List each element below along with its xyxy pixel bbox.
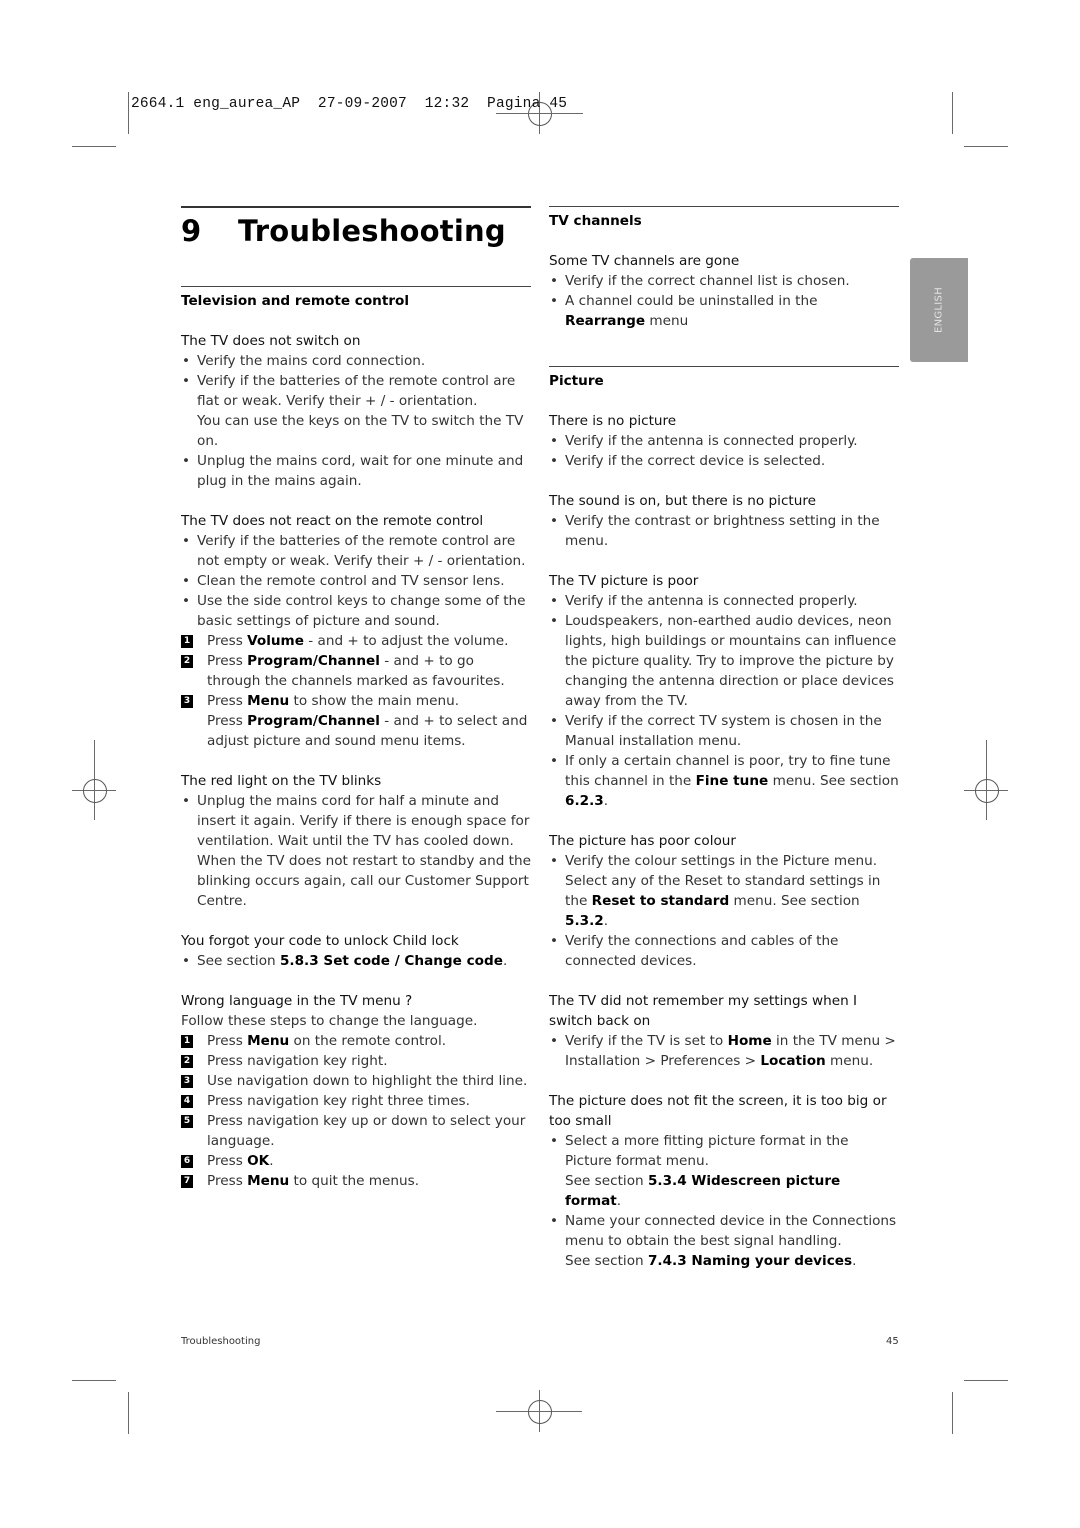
problem-heading: The TV did not remember my settings when… [549,993,858,1029]
numbered-step: 1 Press Volume - and + to adjust the volu… [181,631,531,651]
section-reference: 5.8.3 Set code / Change code [279,953,503,969]
numbered-step: 1 Press Menu on the remote control. [181,1031,531,1051]
list-item: • Verify if the TV is set to Home in the … [550,1033,896,1069]
list-item: • Loudspeakers, non-earthed audio devices… [550,613,897,709]
list-item: • Use the side control keys to change som… [182,593,526,629]
problem-heading: The picture has poor colour [549,833,737,849]
numbered-step: 3 Press Menu to show the main menu. Press … [181,691,531,751]
numbered-step: 4 Press navigation key right three times. [181,1091,531,1111]
numbered-step: 2 Press navigation key right. [181,1051,531,1071]
problem-heading: The red light on the TV blinks [181,773,382,789]
crop-mark [964,146,1008,147]
problem-heading: The TV does not switch on [181,333,361,349]
language-tab-label: ENGLISH [933,286,945,334]
list-item: • Verify if the antenna is connected prop… [550,433,858,449]
list-item: • Verify the contrast or brightness setti… [550,513,880,549]
list-item: • Verify if the correct TV system is chos… [550,713,882,749]
crop-mark [964,1380,1008,1381]
list-item: • If only a certain channel is poor, try … [550,753,899,809]
crop-mark [128,92,129,134]
list-item: • Unplug the mains cord for half a minute… [182,793,531,909]
crop-mark [952,1392,953,1434]
right-column-picture: Picture There is no picture • Verify if t… [549,371,899,1271]
numbered-step: 2 Press Program/Channel - and + to go thr… [181,651,531,691]
problem-heading: The TV picture is poor [549,573,699,589]
chapter-number: 9 [181,214,202,248]
section-rule [549,366,899,367]
list-item: • Select a more fitting picture format in… [550,1133,849,1209]
list-item: • Verify if the batteries of the remote c… [182,373,524,449]
crop-mark [128,1392,129,1434]
section-heading-tv-channels: TV channels [549,213,642,229]
crop-mark [72,1380,116,1381]
numbered-step: 5 Press navigation key up or down to sele… [181,1111,531,1151]
footer-section-name: Troubleshooting [181,1336,261,1347]
list-item: • Unplug the mains cord, wait for one min… [182,453,524,489]
section-heading-tv-remote: Television and remote control [181,293,410,309]
problem-heading: You forgot your code to unlock Child loc… [181,933,459,949]
chapter-title: Troubleshooting [238,214,506,248]
list-item: • Verify if the batteries of the remote c… [182,533,526,569]
numbered-step: 3 Use navigation down to highlight the th… [181,1071,531,1091]
page-title: 9 Troubleshooting [181,214,506,248]
problem-heading: There is no picture [549,413,677,429]
section-rule [181,286,531,287]
page-number: 45 [886,1336,899,1347]
problem-heading: Wrong language in the TV menu ? [181,993,413,1009]
list-item: • Verify the mains cord connection. [182,353,426,369]
section-rule [549,206,899,207]
list-item: • See section 5.8.3 Set code / Change cod… [182,953,508,969]
list-item: • Verify if the antenna is connected prop… [550,593,858,609]
problem-heading: The sound is on, but there is no picture [549,493,817,509]
list-item: • A channel could be uninstalled in the R… [550,293,818,329]
problem-heading: Some TV channels are gone [549,253,740,269]
intro-text: Follow these steps to change the languag… [181,1013,478,1029]
list-item: • Clean the remote control and TV sensor … [182,573,505,589]
list-item: • Verify if the correct channel list is c… [550,273,850,289]
language-tab: ENGLISH [910,258,968,362]
right-column-channels: TV channels Some TV channels are gone • V… [549,211,899,331]
left-column: Television and remote control The TV doe… [181,291,531,1191]
list-item: • Verify the connections and cables of th… [550,933,839,969]
numbered-step: 7 Press Menu to quit the menus. [181,1171,531,1191]
section-heading-picture: Picture [549,373,604,389]
crop-mark [952,92,953,134]
list-item: • Verify the colour settings in the Pictu… [550,853,881,929]
list-item: • Verify if the correct device is selecte… [550,453,826,469]
problem-heading: The picture does not fit the screen, it … [549,1093,887,1129]
problem-heading: The TV does not react on the remote cont… [181,513,484,529]
print-slug: 2664.1 eng_aurea_AP 27-09-2007 12:32 Pag… [131,96,568,112]
list-item: • Name your connected device in the Conne… [550,1213,897,1269]
numbered-step: 6 Press OK. [181,1151,531,1171]
slug-underline [497,113,583,114]
crop-mark [72,146,116,147]
title-rule [181,206,531,208]
